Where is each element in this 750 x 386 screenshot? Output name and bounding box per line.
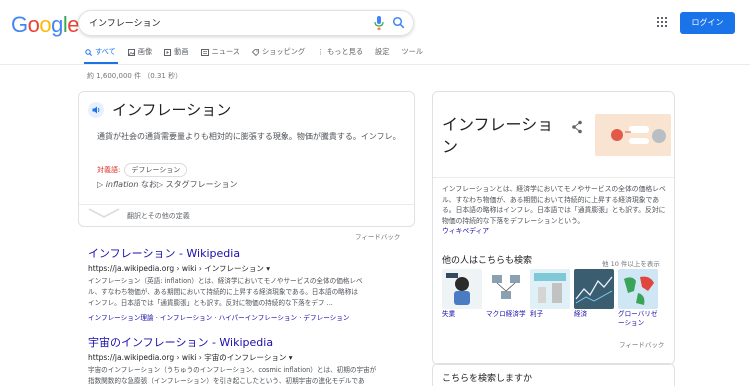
- related-searches-heading: こちらを検索しますか: [442, 374, 533, 384]
- inflation-illustration-image[interactable]: [595, 114, 671, 156]
- antonym-row: 対義語: デフレーション: [97, 163, 188, 177]
- related-searches-card: こちらを検索しますか: [432, 363, 675, 386]
- antonym-chip[interactable]: デフレーション: [124, 163, 188, 177]
- search-box[interactable]: インフレーション: [78, 10, 414, 36]
- search-result: 宇宙のインフレーション - Wikipedia https://ja.wikip…: [88, 334, 388, 386]
- news-icon: [200, 48, 209, 56]
- tab-label: ニュース: [211, 47, 240, 56]
- result-title[interactable]: インフレーション - Wikipedia: [88, 245, 388, 261]
- related-entities: 失業 マクロ経済学 利子 経済 グローバリゼーション: [442, 269, 658, 328]
- chevron-down-icon[interactable]: [87, 207, 121, 219]
- tag-icon: [251, 48, 259, 56]
- more-vert-icon: ⋮: [317, 48, 325, 56]
- snippet-line: インフレ。日本語では「通貨膨張」とも訳す。反対に物価の持続的な下落をデフ ...: [88, 299, 333, 307]
- panel-feedback-link[interactable]: フィードバック: [619, 339, 664, 349]
- panel-divider: [433, 177, 674, 178]
- tab-label: 動画: [174, 47, 189, 56]
- logo-letter-3: o: [39, 12, 52, 37]
- feedback-link[interactable]: フィードバック: [355, 231, 400, 241]
- tab-more[interactable]: ⋮ もっと見る: [317, 46, 363, 58]
- interest-image: [530, 269, 570, 309]
- tab-label: すべて: [95, 47, 116, 56]
- definition-word: インフレーション: [112, 101, 232, 119]
- google-logo[interactable]: Google: [11, 12, 80, 38]
- antonym-label: 対義語:: [97, 166, 121, 174]
- people-also-search-heading: 他の人はこちらも検索: [442, 256, 533, 266]
- result-url[interactable]: https://ja.wikipedia.org › wiki › インフレーシ…: [88, 263, 388, 274]
- related-item[interactable]: グローバリゼーション: [618, 269, 658, 328]
- related-item-label: 失業: [442, 310, 456, 318]
- result-sitelinks[interactable]: インフレーション理論 · インフレーション · ハイパーインフレーション · デ…: [88, 312, 388, 322]
- macroeconomics-image: [486, 269, 526, 309]
- search-icon: [85, 48, 92, 56]
- tab-label: 設定: [375, 47, 390, 56]
- knowledge-panel-title: インフレーション: [442, 115, 554, 156]
- related-item[interactable]: マクロ経済学: [486, 269, 526, 328]
- login-button[interactable]: ログイン: [680, 12, 735, 34]
- globalization-image: [618, 269, 658, 309]
- dictionary-card: インフレーション 通貨が社会の通貨需要量よりも相対的に膨張する現象。物価が騰貴す…: [78, 91, 415, 227]
- result-stats: 約 1,600,000 件 （0.31 秒）: [87, 72, 183, 80]
- related-item[interactable]: 利子: [530, 269, 570, 328]
- search-input[interactable]: インフレーション: [89, 16, 161, 29]
- definition-text: 通貨が社会の通貨需要量よりも相対的に膨張する現象。物価が騰貴する。インフレ。: [97, 132, 401, 141]
- inflection-rest: なお▷ スタグフレーション: [138, 180, 238, 189]
- search-result: インフレーション - Wikipedia https://ja.wikipedi…: [88, 245, 388, 322]
- wikipedia-link[interactable]: ウィキペディア: [442, 227, 489, 235]
- tab-shopping[interactable]: ショッピング: [251, 46, 306, 58]
- tab-tools[interactable]: ツール: [401, 46, 423, 58]
- microphone-icon[interactable]: [373, 16, 385, 30]
- tab-settings[interactable]: 設定: [375, 46, 389, 58]
- snippet-line: インフレーション（英語: inflation）とは、経済学においてモノやサービス…: [88, 277, 363, 285]
- tab-label: ツール: [401, 47, 424, 56]
- apps-grid-icon[interactable]: [657, 17, 667, 27]
- header-divider: [0, 64, 750, 65]
- view-more-link[interactable]: 他 10 件以上を表示: [602, 258, 660, 268]
- video-icon: [164, 48, 172, 56]
- knowledge-panel: インフレーション インフレーションとは、経済学においてモノやサービスの全体の価格…: [432, 91, 675, 365]
- related-item[interactable]: 失業: [442, 269, 482, 328]
- unemployment-image: [442, 269, 482, 309]
- tab-images[interactable]: 画像: [127, 46, 153, 58]
- knowledge-panel-description: インフレーションとは、経済学においてモノやサービスの全体の価格レベル、すなわち物…: [442, 184, 668, 237]
- related-item-label: グローバリゼーション: [618, 310, 658, 327]
- tab-label: もっと見る: [327, 47, 364, 56]
- result-snippet: インフレーション（英語: inflation）とは、経済学においてモノやサービス…: [88, 276, 388, 309]
- share-icon[interactable]: [571, 120, 583, 134]
- tab-news[interactable]: ニュース: [200, 46, 240, 58]
- result-title[interactable]: 宇宙のインフレーション - Wikipedia: [88, 334, 388, 350]
- tab-label: ショッピング: [261, 47, 306, 56]
- tab-label: 画像: [137, 47, 153, 56]
- related-item[interactable]: 経済: [574, 269, 614, 328]
- inflection-row: ▷ inflation なお▷ スタグフレーション: [97, 179, 237, 190]
- inflection-prefix: ▷: [97, 180, 106, 189]
- search-icon[interactable]: [392, 16, 405, 29]
- speaker-icon[interactable]: [88, 102, 104, 118]
- search-tabs: すべて 画像 動画 ニュース ショッピング ⋮ もっと見る 設定 ツール: [85, 46, 435, 58]
- description-text: インフレーションとは、経済学においてモノやサービスの全体の価格レベル、すなわち物…: [442, 185, 666, 225]
- card-divider: [79, 204, 414, 205]
- tab-videos[interactable]: 動画: [164, 46, 189, 58]
- economy-image: [574, 269, 614, 309]
- result-url[interactable]: https://ja.wikipedia.org › wiki › 宇宙のインフ…: [88, 352, 388, 363]
- translate-more-link[interactable]: 翻訳とその他の定義: [127, 211, 190, 221]
- logo-letter-4: g: [51, 12, 63, 37]
- image-icon: [127, 48, 135, 56]
- inflection-word: inflation: [105, 180, 139, 189]
- snippet-line: 宇宙のインフレーション（うちゅうのインフレーション、cosmic inflati…: [88, 366, 377, 374]
- logo-letter-1: G: [11, 12, 28, 37]
- result-snippet: 宇宙のインフレーション（うちゅうのインフレーション、cosmic inflati…: [88, 365, 388, 386]
- related-item-label: 経済: [574, 310, 588, 318]
- tab-all[interactable]: すべて: [85, 46, 116, 58]
- logo-letter-2: o: [27, 12, 40, 37]
- related-item-label: 利子: [530, 310, 544, 318]
- related-item-label: マクロ経済学: [486, 310, 526, 318]
- snippet-line: 指数関数的な急膨張（インフレーション）を引き起こしたという、初期宇宙の進化モデル…: [88, 377, 365, 385]
- snippet-line: ル、すなわち物価が、ある期間において持続的に上昇する経済現象である。日本語の略称…: [88, 288, 358, 296]
